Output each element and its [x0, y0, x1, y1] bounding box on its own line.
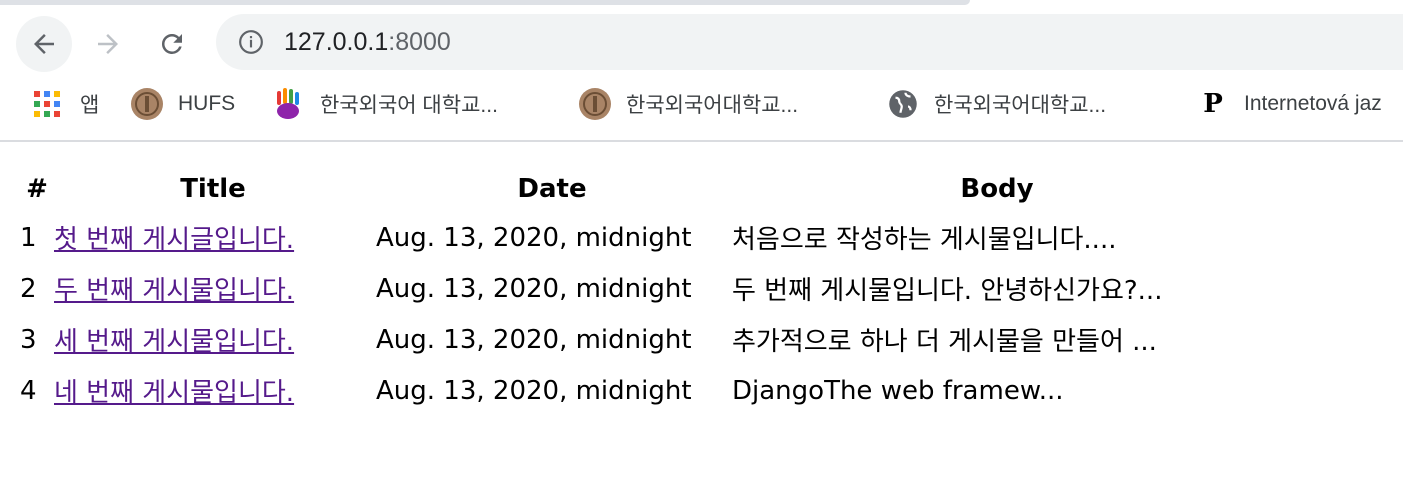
post-title-link[interactable]: 두 번째 게시물입니다.	[54, 276, 294, 306]
post-date: Aug. 13, 2020, midnight	[376, 324, 692, 355]
info-icon[interactable]	[238, 29, 264, 55]
bookmark-label: HUFS	[178, 92, 236, 115]
post-body: 추가적으로 하나 더 게시물을 만들어 ...	[732, 327, 1157, 357]
bookmark-label: 한국외국어대학교...	[626, 94, 799, 117]
post-title-link[interactable]: 세 번째 게시물입니다.	[54, 327, 294, 357]
bookmark-hufs-korean-3[interactable]: 한국외국어대학교...	[886, 88, 1106, 120]
forward-button[interactable]	[80, 16, 136, 72]
bookmark-label: 한국외국어대학교...	[934, 94, 1107, 117]
bookmark-internetova[interactable]: P Internetová jaz	[1196, 88, 1382, 120]
arrow-left-icon	[34, 34, 54, 54]
url-port: :8000	[388, 28, 451, 56]
apps-grid-icon	[30, 87, 64, 121]
colorful-hand-icon	[272, 87, 306, 121]
table-header-row: # Title Date Body	[20, 166, 1262, 212]
page-content: # Title Date Body 1 첫 번째 게시글입니다. Aug. 13…	[0, 142, 1403, 486]
table-row: 1 첫 번째 게시글입니다. Aug. 13, 2020, midnight 처…	[20, 212, 1262, 263]
arrow-right-icon	[98, 34, 118, 54]
posts-table: # Title Date Body 1 첫 번째 게시글입니다. Aug. 13…	[20, 166, 1262, 416]
url-text[interactable]: 127.0.0.1:8000	[284, 27, 451, 57]
header-number: #	[26, 174, 48, 204]
bookmark-label: 한국외국어 대학교...	[320, 94, 498, 117]
bookmark-hufs-korean-2[interactable]: 한국외국어대학교...	[578, 88, 798, 120]
post-title-link[interactable]: 네 번째 게시물입니다.	[54, 378, 294, 408]
bookmarks-bar: 앱 HUFS 한국외국어 대학교... 한국외국어대학교... 한국외국어대학교	[0, 76, 1403, 142]
url-host: 127.0.0.1	[284, 28, 389, 56]
table-row: 3 세 번째 게시물입니다. Aug. 13, 2020, midnight 추…	[20, 314, 1262, 365]
post-body: 처음으로 작성하는 게시물입니다....	[732, 225, 1117, 255]
header-title: Title	[180, 174, 246, 204]
row-number: 1	[20, 222, 37, 253]
post-body: 두 번째 게시물입니다. 안녕하신가요?...	[732, 276, 1163, 306]
row-number: 2	[20, 273, 37, 304]
bookmark-hufs[interactable]: HUFS	[130, 88, 235, 120]
header-date: Date	[517, 174, 587, 204]
reload-button[interactable]	[144, 16, 200, 72]
bookmark-apps[interactable]: 앱	[30, 88, 99, 120]
bookmark-label: 앱	[80, 94, 100, 117]
hufs-emblem-icon	[130, 87, 164, 121]
table-row: 4 네 번째 게시물입니다. Aug. 13, 2020, midnight D…	[20, 365, 1262, 416]
p-letter-icon: P	[1203, 89, 1223, 119]
table-row: 2 두 번째 게시물입니다. Aug. 13, 2020, midnight 두…	[20, 263, 1262, 314]
header-body: Body	[960, 174, 1034, 204]
post-title-link[interactable]: 첫 번째 게시글입니다.	[54, 225, 294, 255]
browser-toolbar: 127.0.0.1:8000	[0, 5, 1403, 76]
post-date: Aug. 13, 2020, midnight	[376, 222, 692, 253]
post-body: DjangoThe web framew...	[732, 375, 1064, 406]
reload-icon	[161, 33, 182, 54]
row-number: 4	[20, 375, 37, 406]
post-date: Aug. 13, 2020, midnight	[376, 273, 692, 304]
globe-icon	[886, 87, 920, 121]
address-bar[interactable]: 127.0.0.1:8000	[216, 14, 1403, 70]
row-number: 3	[20, 324, 37, 355]
back-button[interactable]	[16, 16, 72, 72]
bookmark-label: Internetová jaz	[1244, 92, 1382, 115]
bookmark-hufs-korean-1[interactable]: 한국외국어 대학교...	[272, 88, 498, 120]
post-date: Aug. 13, 2020, midnight	[376, 375, 692, 406]
hufs-emblem-icon	[578, 87, 612, 121]
